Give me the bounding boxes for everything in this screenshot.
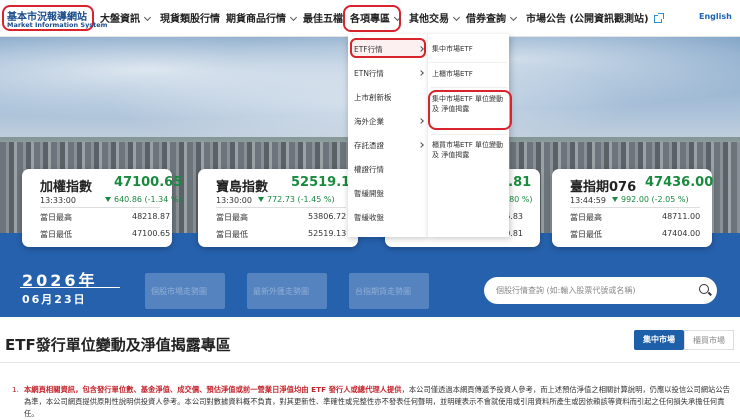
high-label: 當日最高 [40, 213, 72, 222]
chevron-right-icon [418, 70, 424, 76]
chevron-down-icon [143, 13, 152, 22]
chevron-right-icon [418, 118, 424, 124]
nav-other-trading[interactable]: 其他交易 [409, 10, 461, 25]
index-time: 13:30:00 [216, 196, 252, 205]
divider [0, 362, 740, 363]
dropdown-menu: ETF行情 ETN行情 上市創新板 海外企業 存託憑證 權證行情 暫緩開盤 暫緩… [348, 34, 428, 237]
menu-item-foreign-companies[interactable]: 海外企業 [354, 116, 384, 127]
chevron-down-icon [452, 13, 461, 22]
high-value: 48711.00 [662, 212, 701, 221]
divider [431, 62, 507, 63]
chevron-down-icon [289, 13, 298, 22]
high-value: 48218.87 [132, 212, 171, 221]
nav-stock-quotes[interactable]: 現貨類股行情 [160, 10, 220, 25]
divider [216, 207, 346, 208]
divider [570, 207, 700, 208]
low-value: 47100.65 [132, 229, 171, 238]
divider [20, 287, 120, 288]
index-change: 640.86 (-1.34 %) [105, 195, 182, 204]
nav-market-info[interactable]: 大盤資訊 [100, 10, 152, 25]
tab-tpex[interactable]: 櫃買市場 [684, 330, 734, 350]
logo-subtitle: Market Information System [7, 21, 108, 29]
date-day: 06月23日 [22, 293, 87, 306]
index-card-futures[interactable]: 臺指期076 47436.00 13:44:59 992.00 (-2.05 %… [552, 169, 714, 247]
divider [431, 134, 507, 135]
menu-item-etf[interactable]: ETF行情 [354, 44, 383, 55]
low-label: 當日最低 [570, 230, 602, 239]
quick-link-stock-chart[interactable]: 個股市場走勢圖 [145, 273, 225, 309]
submenu-item-twse-etf-nav[interactable]: 集中市場ETF 單位變動及 淨值揭露 [432, 94, 506, 114]
nav-futures-quotes[interactable]: 期貨商品行情 [226, 10, 298, 25]
chevron-down-icon [509, 13, 518, 22]
divider [40, 207, 160, 208]
divider [431, 87, 507, 88]
notice-number: 1. [12, 385, 19, 394]
index-name: 臺指期076 [570, 180, 637, 195]
low-label: 當日最低 [40, 230, 72, 239]
menu-item-delayed-open[interactable]: 暫緩開盤 [354, 188, 384, 199]
submenu-item-twse-etf[interactable]: 集中市場ETF [432, 44, 506, 54]
page-title: ETF發行單位變動及淨值揭露專區 [5, 336, 231, 354]
nav-special-zones[interactable]: 各項專區 [350, 10, 402, 25]
quick-link-futures-chart[interactable]: 台指期貨走勢圖 [349, 273, 429, 309]
high-label: 當日最高 [570, 213, 602, 222]
high-label: 當日最高 [216, 213, 248, 222]
index-change: 992.00 (-2.05 %) [612, 195, 689, 204]
menu-item-depositary-receipts[interactable]: 存託憑證 [354, 140, 384, 151]
search-input[interactable]: 個股行情查詢 (如:輸入股票代號或名稱) [496, 285, 635, 296]
index-card-taiex[interactable]: 加權指數 47100.65 13:33:00 640.86 (-1.34 %) … [22, 169, 182, 247]
search-icon[interactable] [699, 284, 709, 294]
nav-best-five[interactable]: 最佳五檔 [303, 10, 343, 25]
index-card-formosa[interactable]: 寶島指數 52519.13 13:30:00 772.73 (-1.45 %) … [198, 169, 359, 247]
chevron-right-icon [418, 142, 424, 148]
stock-search[interactable]: 個股行情查詢 (如:輸入股票代號或名稱) [484, 277, 717, 304]
down-arrow-icon [105, 197, 111, 202]
menu-item-warrants[interactable]: 權證行情 [354, 164, 384, 175]
index-price: 47100.65 [114, 175, 183, 190]
down-arrow-icon [258, 197, 264, 202]
menu-item-delayed-close[interactable]: 暫緩收盤 [354, 212, 384, 223]
index-name: 加權指數 [40, 180, 93, 195]
nav-securities-lending[interactable]: 借券查詢 [466, 10, 518, 25]
high-value: 53806.72 [308, 212, 347, 221]
low-value: 47404.00 [662, 229, 701, 238]
external-link-icon [653, 13, 664, 23]
chevron-down-icon [393, 13, 402, 22]
down-arrow-icon [612, 197, 618, 202]
language-switch[interactable]: English [699, 12, 732, 21]
top-nav: 基本市況報導網站 Market Information System 大盤資訊 … [0, 0, 740, 37]
index-price: 47436.00 [645, 175, 714, 190]
index-time: 13:44:59 [570, 196, 606, 205]
site-logo[interactable]: 基本市況報導網站 Market Information System [2, 5, 107, 31]
low-value: 52519.13 [308, 229, 347, 238]
nav-market-announcement[interactable]: 市場公告 (公開資訊觀測站) [526, 10, 664, 25]
quick-link-fx-chart[interactable]: 最新外匯走勢圖 [247, 273, 327, 309]
submenu: 集中市場ETF 上櫃市場ETF 集中市場ETF 單位變動及 淨值揭露 櫃買市場E… [427, 34, 512, 237]
low-label: 當日最低 [216, 230, 248, 239]
notice-text: 本網頁相關資訊，包含發行單位數、基金淨值、成交價、預估淨值或前一營業日淨值均由 … [24, 385, 730, 418]
index-change: 772.73 (-1.45 %) [258, 195, 335, 204]
submenu-item-tpex-etf[interactable]: 上櫃市場ETF [432, 69, 506, 79]
menu-item-innovation-board[interactable]: 上市創新板 [354, 92, 392, 103]
menu-item-etn[interactable]: ETN行情 [354, 68, 384, 79]
tab-twse[interactable]: 集中市場 [634, 330, 684, 350]
submenu-item-tpex-etf-nav[interactable]: 櫃買市場ETF 單位變動及 淨值揭露 [432, 140, 506, 160]
index-time: 13:33:00 [40, 196, 76, 205]
index-name: 寶島指數 [216, 180, 269, 195]
